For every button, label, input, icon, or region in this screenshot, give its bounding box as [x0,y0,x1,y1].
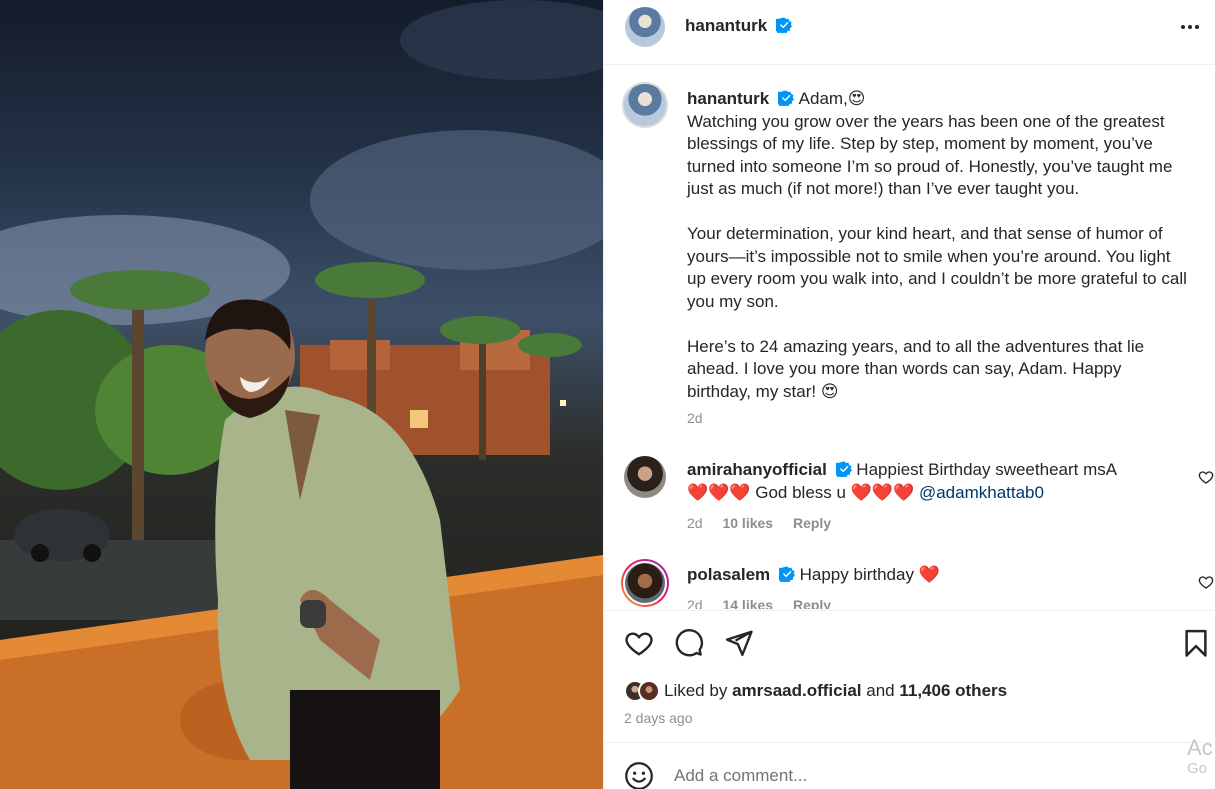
comment-username-text[interactable]: polasalem [687,565,770,584]
comment-hearts: ❤️❤️❤️ [850,482,915,502]
comment-avatar[interactable] [623,561,667,605]
liker-avatar[interactable] [638,680,660,702]
comment-avatar-story-ring[interactable] [621,559,669,607]
comment-meta: 2d 14 likes Reply [687,597,847,609]
caption-username-text[interactable]: hananturk [687,89,769,108]
caption-username[interactable]: hananturk [687,89,799,108]
comment-hearts: ❤️ [918,565,940,584]
comment-hearts: ❤️❤️❤️ [687,482,751,502]
caption-paragraph: Here’s to 24 amazing years, and to all t… [687,336,1145,401]
post-header: hananturk [604,0,1215,65]
author-username[interactable]: hananturk [685,16,792,36]
watermark-text: Go [1187,760,1208,777]
caption-timestamp: 2d [687,410,719,426]
add-comment-bar [604,742,1215,789]
emoji-icon[interactable] [624,761,654,789]
post-side-panel: hananturk hananturk Adam,😍 Watching you … [603,0,1215,789]
verified-badge-icon [835,461,852,477]
comment-reply-button[interactable]: Reply [793,515,831,531]
caption-greeting-emoji: 😍 [847,89,866,108]
comment-body: Happiest Birthday sweetheart msA [856,460,1118,479]
comment-text: amirahanyofficial Happiest Birthday swee… [687,459,1157,504]
liked-by-and: and [866,681,895,700]
author-avatar[interactable] [625,7,665,47]
comment-like-heart-icon[interactable] [1198,574,1214,590]
post-photo-scene [0,0,603,789]
comment-meta: 2d 10 likes Reply [687,515,847,531]
caption-author-avatar[interactable] [622,82,668,128]
post-caption: hananturk Adam,😍 Watching you grow over … [687,88,1187,403]
comment-time: 2d [687,515,703,531]
comment-mention-link[interactable]: @adamkhattab0 [919,483,1044,502]
comment-likes[interactable]: 10 likes [722,515,773,531]
heart-icon[interactable] [624,628,654,658]
post-photo[interactable] [0,0,603,789]
activation-watermark: Ac Go [1187,736,1215,789]
comment-username[interactable]: polasalem [687,565,800,584]
verified-badge-icon [777,90,794,106]
verified-badge-icon [778,566,795,582]
comments-list[interactable]: hananturk Adam,😍 Watching you grow over … [604,66,1215,609]
liked-by-user-link[interactable]: amrsaad.official [732,681,861,700]
comment-like-heart-icon[interactable] [1198,469,1214,485]
comment-input[interactable] [674,763,1174,789]
verified-badge-icon [775,17,792,33]
comment-text: polasalem Happy birthday ❤️ [687,564,1157,587]
post-date[interactable]: 2 days ago [624,710,693,726]
more-horizontal-icon[interactable] [1178,14,1202,38]
comment-reply-button[interactable]: Reply [793,597,831,609]
caption-greeting: Adam, [798,89,848,108]
watermark-text: Ac [1187,736,1213,760]
caption-paragraph: Watching you grow over the years has bee… [687,111,1173,199]
author-username-text[interactable]: hananturk [685,16,767,35]
liked-by: Liked by amrsaad.official and 11,406 oth… [624,680,1007,702]
comment-avatar[interactable] [624,456,666,498]
comment-body: Happy birthday [799,565,914,584]
caption-time: 2d [687,410,703,426]
bookmark-icon[interactable] [1181,628,1211,658]
post-actions: Liked by amrsaad.official and 11,406 oth… [604,610,1215,742]
comment-time: 2d [687,597,703,609]
comment-likes[interactable]: 14 likes [722,597,773,609]
liked-by-prefix: Liked by [664,681,728,700]
liked-by-others-link[interactable]: 11,406 others [899,681,1007,700]
comment-username[interactable]: amirahanyofficial [687,460,856,479]
comment-icon[interactable] [674,628,704,658]
share-icon[interactable] [724,628,754,658]
comment-username-text[interactable]: amirahanyofficial [687,460,827,479]
comment-body: God bless u [755,482,846,502]
caption-paragraph: Your determination, your kind heart, and… [687,224,1187,311]
